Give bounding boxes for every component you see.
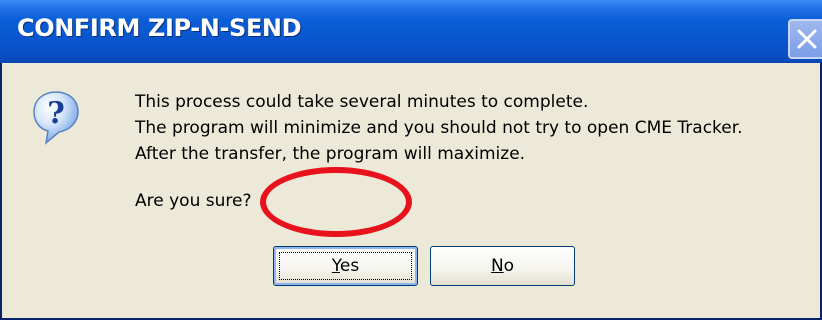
yes-mnemonic: Y (331, 256, 340, 276)
message-line: This process could take several minutes … (135, 92, 589, 112)
message-line: The program will minimize and you should… (135, 118, 743, 138)
yes-button[interactable]: Yes (273, 246, 418, 286)
close-button[interactable] (788, 19, 822, 59)
svg-text:?: ? (47, 96, 65, 131)
dialog-body: ? This process could take several minute… (2, 63, 820, 318)
dialog-title: CONFIRM ZIP-N-SEND (17, 14, 302, 42)
dialog-question: Are you sure? (135, 191, 252, 211)
dialog-message: This process could take several minutes … (135, 89, 743, 167)
title-bar[interactable]: CONFIRM ZIP-N-SEND (0, 0, 822, 63)
confirm-dialog: CONFIRM ZIP-N-SEND ? This process could … (0, 0, 822, 320)
no-mnemonic: N (490, 256, 504, 276)
no-label-rest: o (503, 256, 515, 276)
question-icon: ? (33, 91, 79, 145)
no-button[interactable]: No (430, 246, 575, 286)
yes-button-label: Yes (332, 256, 359, 276)
no-button-label: No (491, 256, 514, 276)
message-line: After the transfer, the program will max… (135, 144, 526, 164)
yes-label-rest: es (339, 256, 360, 276)
close-icon (797, 29, 817, 49)
